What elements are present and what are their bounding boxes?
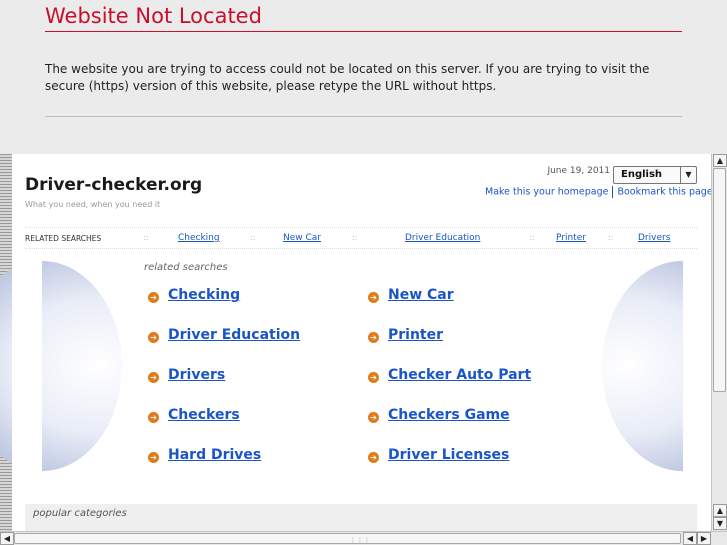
decoration-mask: [12, 261, 42, 471]
arrow-up-icon[interactable]: ▲: [713, 154, 727, 167]
result-link[interactable]: Checkers: [168, 407, 240, 423]
site-tagline: What you need, when you need it: [25, 200, 161, 209]
result-link[interactable]: Checker Auto Part: [388, 367, 531, 383]
top-links: Make this your homepage Bookmark this pag…: [485, 186, 713, 198]
separator: ::: [143, 233, 149, 242]
result-link[interactable]: New Car: [388, 287, 454, 303]
result-link[interactable]: Hard Drives: [168, 447, 261, 463]
related-bar-link[interactable]: Drivers: [638, 233, 670, 243]
arrow-circle-icon: ➔: [368, 332, 379, 343]
embedded-site-frame: Driver-checker.org What you need, when y…: [0, 154, 727, 545]
arrow-circle-icon: ➔: [148, 372, 159, 383]
error-message: The website you are trying to access cou…: [45, 62, 650, 93]
result-link[interactable]: Printer: [388, 327, 443, 343]
result-link[interactable]: Driver Licenses: [388, 447, 509, 463]
popular-categories-heading: popular categories: [33, 508, 127, 519]
chevron-down-icon[interactable]: ▼: [680, 167, 696, 183]
related-bar-link[interactable]: Printer: [556, 233, 586, 243]
arrow-circle-icon: ➔: [148, 412, 159, 423]
result-link[interactable]: Checkers Game: [388, 407, 510, 423]
error-divider-bottom: [45, 116, 682, 117]
related-searches-heading: related searches: [144, 262, 228, 273]
related-bar-link[interactable]: Driver Education: [405, 233, 480, 243]
error-divider-top: [45, 31, 682, 32]
arrow-left-icon[interactable]: ◀: [0, 532, 14, 545]
link-separator: [612, 186, 614, 198]
language-select[interactable]: English ▼: [613, 166, 697, 184]
related-bar-link[interactable]: New Car: [283, 233, 321, 243]
arrow-circle-icon: ➔: [148, 332, 159, 343]
site-title: Driver-checker.org: [25, 175, 203, 195]
arrow-left-icon[interactable]: ◀: [683, 532, 697, 545]
related-searches-label: RELATED SEARCHES: [25, 234, 102, 243]
arrow-right-icon[interactable]: ▶: [697, 532, 711, 545]
grip-icon: ⋮⋮⋮: [350, 537, 371, 544]
arrow-circle-icon: ➔: [148, 452, 159, 463]
related-searches-bar: RELATED SEARCHES :: Checking :: New Car …: [25, 227, 697, 249]
horizontal-scroll-thumb[interactable]: ⋮⋮⋮: [14, 533, 681, 544]
separator: ::: [250, 233, 256, 242]
date-label: June 19, 2011: [547, 166, 610, 176]
arrow-circle-icon: ➔: [368, 372, 379, 383]
vertical-scroll-thumb[interactable]: [713, 168, 726, 392]
horizontal-scrollbar[interactable]: ◀ ⋮⋮⋮ ◀ ▶: [0, 531, 727, 545]
arrow-circle-icon: ➔: [368, 452, 379, 463]
make-homepage-link[interactable]: Make this your homepage: [485, 187, 608, 198]
error-title: Website Not Located: [45, 4, 262, 28]
language-selected: English: [621, 169, 663, 180]
arrow-circle-icon: ➔: [148, 292, 159, 303]
result-link[interactable]: Checking: [168, 287, 240, 303]
separator: ::: [352, 233, 358, 242]
arrow-circle-icon: ➔: [368, 292, 379, 303]
decoration-mask: [683, 261, 711, 471]
related-bar-link[interactable]: Checking: [178, 233, 220, 243]
result-link[interactable]: Drivers: [168, 367, 225, 383]
arrow-circle-icon: ➔: [368, 412, 379, 423]
separator: ::: [608, 233, 614, 242]
result-link[interactable]: Driver Education: [168, 327, 300, 343]
separator: ::: [529, 233, 535, 242]
arrow-up-icon[interactable]: ▲: [713, 504, 727, 517]
arrow-down-icon[interactable]: ▼: [713, 517, 727, 530]
vertical-scrollbar[interactable]: ▲ ▲ ▼: [711, 154, 727, 531]
bookmark-link[interactable]: Bookmark this page: [617, 187, 712, 198]
